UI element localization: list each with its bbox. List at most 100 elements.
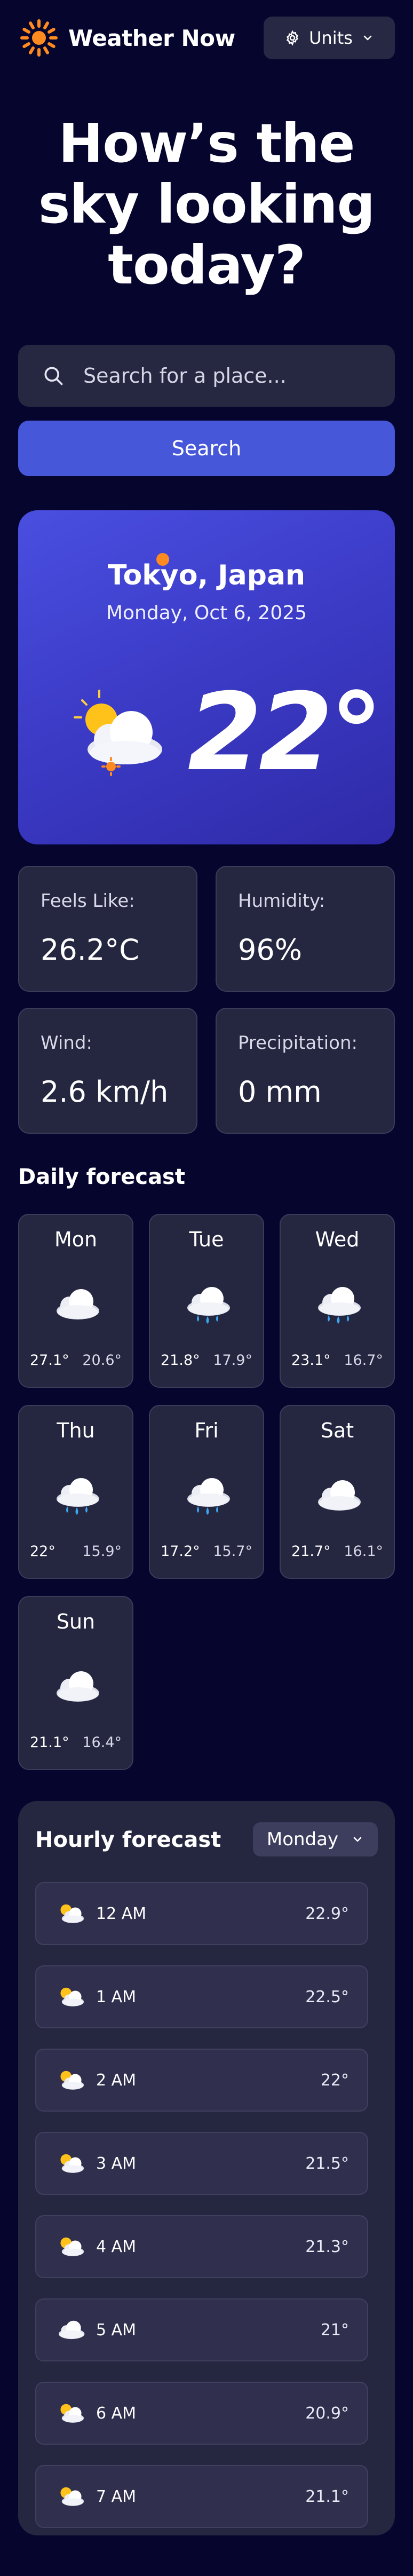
day-card: Sun 21.1° 16.4°	[18, 1596, 133, 1770]
feels-like-card: Feels Like: 26.2°C	[18, 866, 197, 992]
day-name: Thu	[57, 1419, 95, 1442]
partly-cloudy-icon	[55, 1901, 86, 1926]
day-card: Thu 22° 15.9°	[18, 1405, 133, 1579]
stat-label: Feels Like:	[41, 890, 135, 912]
day-high: 21.8°	[161, 1352, 200, 1369]
partly-cloudy-icon	[55, 2234, 86, 2259]
hour-time: 2 AM	[96, 2071, 137, 2090]
day-card: Fri 17.2° 15.7°	[149, 1405, 264, 1579]
cloud-icon	[313, 1475, 364, 1514]
day-name: Sat	[320, 1419, 354, 1442]
day-card: Wed 23.1° 16.7°	[280, 1214, 395, 1388]
humidity-card: Humidity: 96%	[216, 866, 395, 992]
hour-time: 3 AM	[96, 2154, 137, 2173]
partly-cloudy-icon	[55, 2401, 86, 2425]
hour-row: 1 AM 22.5°	[35, 1965, 368, 2028]
stat-value: 0 mm	[238, 1075, 322, 1109]
rain-cloud-icon	[51, 1475, 102, 1519]
day-low: 16.1°	[344, 1543, 383, 1560]
search-input[interactable]	[83, 364, 382, 388]
page-headline: How’s the sky looking today?	[38, 112, 375, 296]
hour-time: 12 AM	[96, 1905, 147, 1923]
cloud-icon	[51, 1666, 102, 1705]
hour-temp: 21.1°	[305, 2487, 349, 2506]
units-button[interactable]: Units	[264, 17, 395, 59]
day-card: Mon 27.1° 20.6°	[18, 1214, 133, 1388]
cloud-icon	[55, 2318, 86, 2341]
rain-cloud-icon	[182, 1475, 233, 1519]
wind-card: Wind: 2.6 km/h	[18, 1008, 197, 1134]
day-name: Sun	[56, 1610, 96, 1633]
hour-temp: 20.9°	[305, 2404, 349, 2423]
hour-temp: 22.5°	[305, 1988, 349, 2006]
hour-time: 4 AM	[96, 2238, 137, 2256]
hour-temp: 22°	[320, 2071, 349, 2090]
day-select[interactable]: Monday	[253, 1822, 378, 1856]
day-high: 17.2°	[161, 1543, 200, 1560]
hour-row: 6 AM 20.9°	[35, 2382, 368, 2445]
hour-row: 2 AM 22°	[35, 2049, 368, 2112]
chevron-down-icon	[351, 1833, 364, 1846]
hour-temp: 22.9°	[305, 1905, 349, 1923]
day-card: Sat 21.7° 16.1°	[280, 1405, 395, 1579]
precipitation-card: Precipitation: 0 mm	[216, 1008, 395, 1134]
stat-value: 2.6 km/h	[41, 1075, 169, 1109]
current-temperature: 22°	[187, 670, 383, 795]
hour-temp: 21°	[320, 2321, 349, 2340]
day-high: 27.1°	[30, 1352, 69, 1369]
day-low: 17.9°	[213, 1352, 252, 1369]
day-high: 22°	[30, 1543, 55, 1560]
stat-label: Humidity:	[238, 890, 325, 912]
partly-cloudy-icon	[55, 1985, 86, 2009]
stat-label: Wind:	[41, 1032, 92, 1054]
partly-cloudy-icon	[55, 2068, 86, 2092]
search-icon	[42, 364, 65, 388]
day-name: Mon	[54, 1228, 98, 1251]
selected-day: Monday	[266, 1829, 339, 1850]
day-name: Fri	[194, 1419, 219, 1442]
sun-logo-icon	[18, 17, 60, 59]
day-high: 21.7°	[291, 1543, 331, 1560]
day-high: 23.1°	[291, 1352, 331, 1369]
search-box[interactable]	[18, 345, 395, 407]
chevron-down-icon	[361, 31, 374, 44]
partly-cloudy-icon	[72, 686, 168, 777]
hour-time: 7 AM	[96, 2487, 137, 2506]
rain-cloud-icon	[182, 1284, 233, 1328]
current-date: Monday, Oct 6, 2025	[106, 602, 307, 624]
hour-temp: 21.3°	[305, 2238, 349, 2256]
stat-value: 96%	[238, 933, 303, 967]
hour-time: 6 AM	[96, 2404, 137, 2423]
day-name: Tue	[189, 1228, 224, 1251]
stat-label: Precipitation:	[238, 1032, 358, 1054]
hour-temp: 21.5°	[305, 2154, 349, 2173]
cloud-icon	[51, 1284, 102, 1323]
units-label: Units	[309, 28, 353, 48]
day-card: Tue 21.8° 17.9°	[149, 1214, 264, 1388]
rain-cloud-icon	[313, 1284, 364, 1328]
day-low: 16.4°	[82, 1734, 122, 1751]
hourly-forecast-title: Hourly forecast	[35, 1828, 221, 1852]
daily-forecast-title: Daily forecast	[18, 1165, 185, 1189]
brand: Weather Now	[18, 17, 235, 59]
hour-time: 5 AM	[96, 2321, 137, 2340]
hour-row: 3 AM 21.5°	[35, 2132, 368, 2195]
hour-row: 7 AM 21.1°	[35, 2465, 368, 2528]
hour-row: 5 AM 21°	[35, 2298, 368, 2361]
day-name: Wed	[315, 1228, 360, 1251]
partly-cloudy-icon	[55, 2151, 86, 2176]
day-low: 15.7°	[213, 1543, 252, 1560]
day-low: 16.7°	[344, 1352, 383, 1369]
day-low: 20.6°	[82, 1352, 122, 1369]
hourly-forecast-panel: Hourly forecast Monday 12 AM 22.9° 1 AM 22.…	[18, 1801, 395, 2535]
current-weather-card: Tokyo, Japan Monday, Oct 6, 2025 22°	[18, 510, 395, 844]
partly-cloudy-icon	[55, 2484, 86, 2509]
hour-time: 1 AM	[96, 1988, 137, 2006]
search-button[interactable]: Search	[18, 421, 395, 476]
hour-row: 4 AM 21.3°	[35, 2215, 368, 2278]
stat-value: 26.2°C	[41, 933, 139, 967]
app-header: Weather Now Units	[18, 16, 395, 60]
gear-icon	[284, 30, 300, 46]
day-high: 21.1°	[30, 1734, 69, 1751]
app-title: Weather Now	[68, 25, 235, 51]
